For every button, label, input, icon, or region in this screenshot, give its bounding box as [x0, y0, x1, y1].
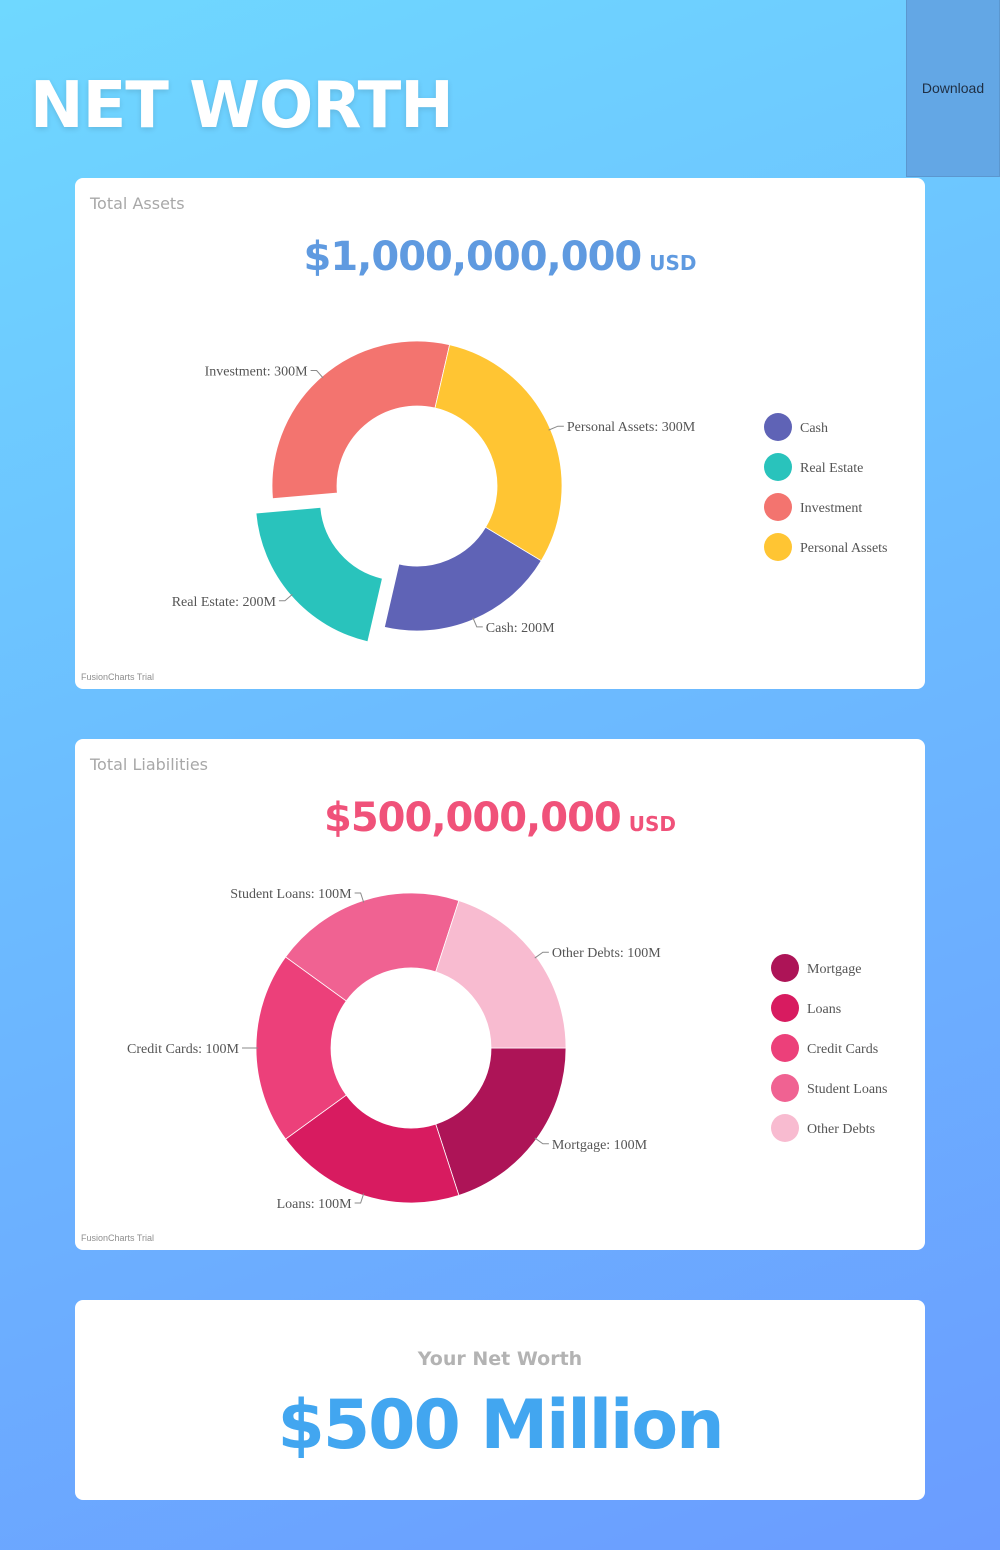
liabilities-legend-label-other-debts[interactable]: Other Debts: [807, 1122, 875, 1137]
net-worth-card: Your Net Worth $500 Million: [75, 1300, 925, 1500]
liabilities-trial-mark: FusionCharts Trial: [81, 1233, 155, 1243]
liabilities-data-label-credit-cards: Credit Cards: 100M: [127, 1042, 240, 1057]
liabilities-card: Total Liabilities $500,000,000 USD Mortga…: [75, 739, 925, 1250]
liabilities-legend-marker-mortgage[interactable]: [771, 954, 799, 982]
assets-legend-marker-investment[interactable]: [764, 493, 792, 521]
assets-data-label-cash: Cash: 200M: [486, 621, 555, 636]
liabilities-data-label-student-loans: Student Loans: 100M: [230, 887, 352, 902]
liabilities-slice-mortgage[interactable]: [435, 1047, 567, 1196]
assets-connector-personal-assets: [548, 425, 564, 431]
assets-legend-marker-real-estate[interactable]: [764, 453, 792, 481]
assets-card: Total Assets $1,000,000,000 USD Cash: 200…: [75, 178, 925, 689]
assets-legend-label-investment[interactable]: Investment: [800, 501, 862, 516]
download-button[interactable]: Download: [906, 0, 1000, 177]
liabilities-legend-marker-student-loans[interactable]: [771, 1074, 799, 1102]
assets-legend-label-personal-assets[interactable]: Personal Assets: [800, 541, 888, 556]
page-title: NET WORTH: [30, 69, 454, 143]
liabilities-legend-marker-other-debts[interactable]: [771, 1114, 799, 1142]
liabilities-data-label-loans: Loans: 100M: [277, 1197, 353, 1212]
liabilities-legend-label-credit-cards[interactable]: Credit Cards: [807, 1042, 878, 1057]
liabilities-legend-label-student-loans[interactable]: Student Loans: [807, 1082, 888, 1097]
assets-doughnut-chart: Cash: 200M Real Estate: 200M Investment: 3…: [172, 340, 888, 643]
net-worth-caption: Your Net Worth: [417, 1348, 583, 1370]
assets-legend-marker-cash[interactable]: [764, 413, 792, 441]
liabilities-slice-other-debts[interactable]: [435, 900, 567, 1049]
assets-trial-mark: FusionCharts Trial: [81, 672, 155, 682]
liabilities-data-label-mortgage: Mortgage: 100M: [552, 1138, 648, 1153]
assets-data-label-personal-assets: Personal Assets: 300M: [567, 420, 696, 435]
net-worth-value: $500 Million: [277, 1386, 725, 1465]
assets-legend-marker-personal-assets[interactable]: [764, 533, 792, 561]
assets-data-label-investment: Investment: 300M: [205, 365, 309, 380]
assets-slice-real-estate[interactable]: [255, 506, 383, 643]
liabilities-legend-marker-credit-cards[interactable]: [771, 1034, 799, 1062]
liabilities-data-label-other-debts: Other Debts: 100M: [552, 946, 661, 961]
liabilities-doughnut-chart: Mortgage: 100M Loans: 100M Credit Cards: 1…: [127, 887, 888, 1212]
assets-legend-label-cash[interactable]: Cash: [800, 421, 828, 436]
assets-data-label-real-estate: Real Estate: 200M: [172, 595, 277, 610]
liabilities-legend-marker-loans[interactable]: [771, 994, 799, 1022]
liabilities-legend-label-loans[interactable]: Loans: [807, 1002, 841, 1017]
assets-slice-personal-assets[interactable]: [434, 344, 563, 562]
liabilities-legend-label-mortgage[interactable]: Mortgage: [807, 962, 861, 977]
assets-legend-label-real-estate[interactable]: Real Estate: [800, 461, 863, 476]
